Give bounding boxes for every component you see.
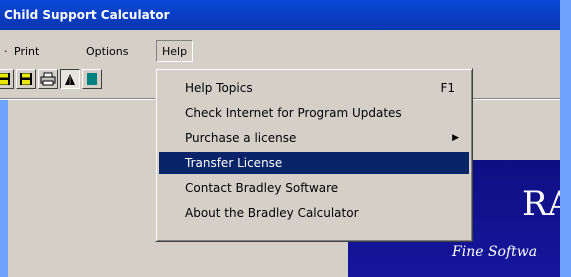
menu-item-help-topics[interactable]: Help Topics F1 <box>159 77 469 99</box>
print-button[interactable] <box>38 69 58 89</box>
banner-tagline: Fine Softwa <box>452 244 538 260</box>
save-as-icon <box>20 73 32 85</box>
app-window: Child Support Calculator · Print Options… <box>0 0 560 277</box>
chart-icon <box>65 74 75 85</box>
menu-item-shortcut: F1 <box>440 81 455 95</box>
menu-help[interactable]: Help <box>156 40 194 62</box>
window-title: Child Support Calculator <box>4 8 170 22</box>
desktop-background <box>0 100 8 277</box>
menu-item-label: Transfer License <box>185 156 283 170</box>
menu-item-label: About the Bradley Calculator <box>185 206 359 220</box>
menu-item-purchase-license[interactable]: Purchase a license ▶ <box>159 127 469 149</box>
save-button[interactable] <box>0 69 14 89</box>
banner-large-text: RA <box>522 184 560 224</box>
menu-item-label: Check Internet for Program Updates <box>185 106 402 120</box>
menu-item-check-updates[interactable]: Check Internet for Program Updates <box>159 102 469 124</box>
help-menu-dropdown: Help Topics F1 Check Internet for Progra… <box>155 68 473 242</box>
submenu-arrow-icon: ▶ <box>452 133 459 143</box>
menu-print[interactable]: Print <box>14 45 39 58</box>
menu-options[interactable]: Options <box>86 45 128 58</box>
menu-item-label: Contact Bradley Software <box>185 181 339 195</box>
title-bar[interactable]: Child Support Calculator <box>0 0 560 30</box>
save-icon <box>0 73 10 85</box>
print-icon <box>40 72 56 86</box>
menu-file-fragment[interactable]: · <box>4 45 8 58</box>
menu-bar: · Print Options Help <box>0 38 560 66</box>
menu-item-about[interactable]: About the Bradley Calculator <box>159 202 469 224</box>
menu-item-label: Purchase a license <box>185 131 297 145</box>
menu-item-contact[interactable]: Contact Bradley Software <box>159 177 469 199</box>
chart-button[interactable] <box>60 69 80 89</box>
teal-square-icon <box>87 73 97 85</box>
next-toolbar-button[interactable] <box>82 69 102 89</box>
menu-item-transfer-license[interactable]: Transfer License <box>159 152 469 174</box>
save-as-button[interactable] <box>16 69 36 89</box>
menu-item-label: Help Topics <box>185 81 253 95</box>
